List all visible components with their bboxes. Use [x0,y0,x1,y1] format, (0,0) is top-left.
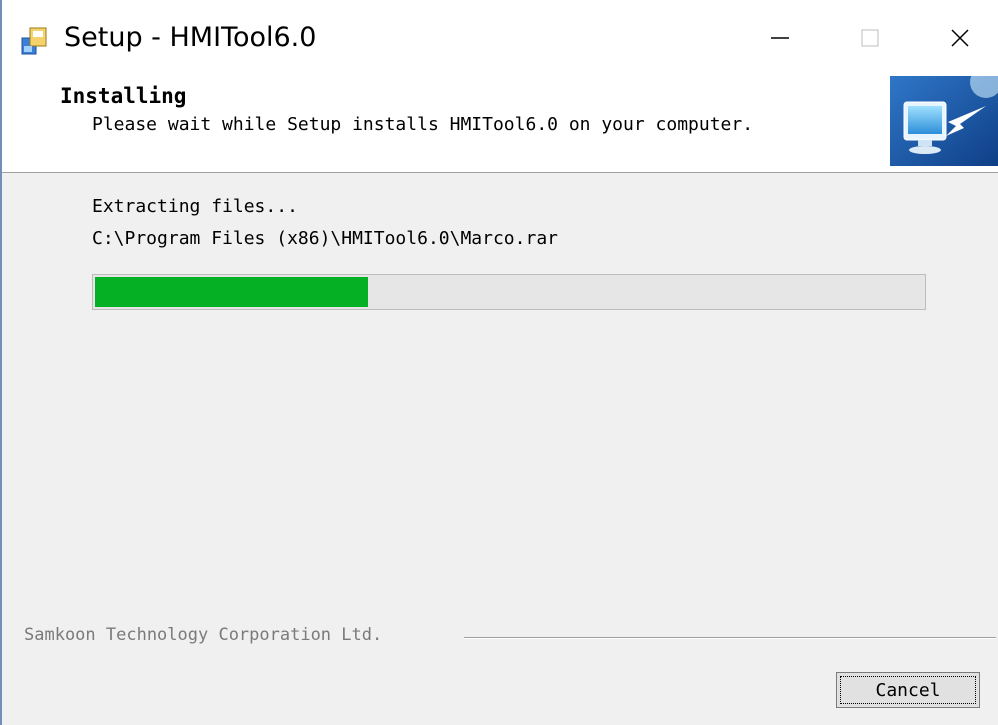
minimize-icon [769,27,791,53]
installer-header: Installing Please wait while Setup insta… [2,66,998,173]
window-title: Setup - HMITool6.0 [64,22,317,53]
status-file-path: C:\Program Files (x86)\HMITool6.0\Marco.… [92,228,558,249]
install-progress-bar [92,274,926,310]
progress-fill [95,277,368,307]
installer-computer-icon [890,66,998,166]
maximize-button[interactable] [842,18,898,62]
close-icon [949,27,971,53]
page-title: Installing [60,84,187,108]
cancel-button[interactable]: Cancel [836,672,980,708]
minimize-button[interactable] [752,18,808,62]
status-action-label: Extracting files... [92,196,298,217]
page-subtitle: Please wait while Setup installs HMITool… [92,114,754,135]
maximize-icon [859,27,881,53]
branding-divider [464,637,996,639]
close-button[interactable] [932,18,988,62]
setup-window: Setup - HMITool6.0 Installing Please wai… [0,0,998,725]
setup-icon [20,26,50,56]
branding-label: Samkoon Technology Corporation Ltd. [24,625,383,645]
title-bar[interactable]: Setup - HMITool6.0 [2,0,998,76]
